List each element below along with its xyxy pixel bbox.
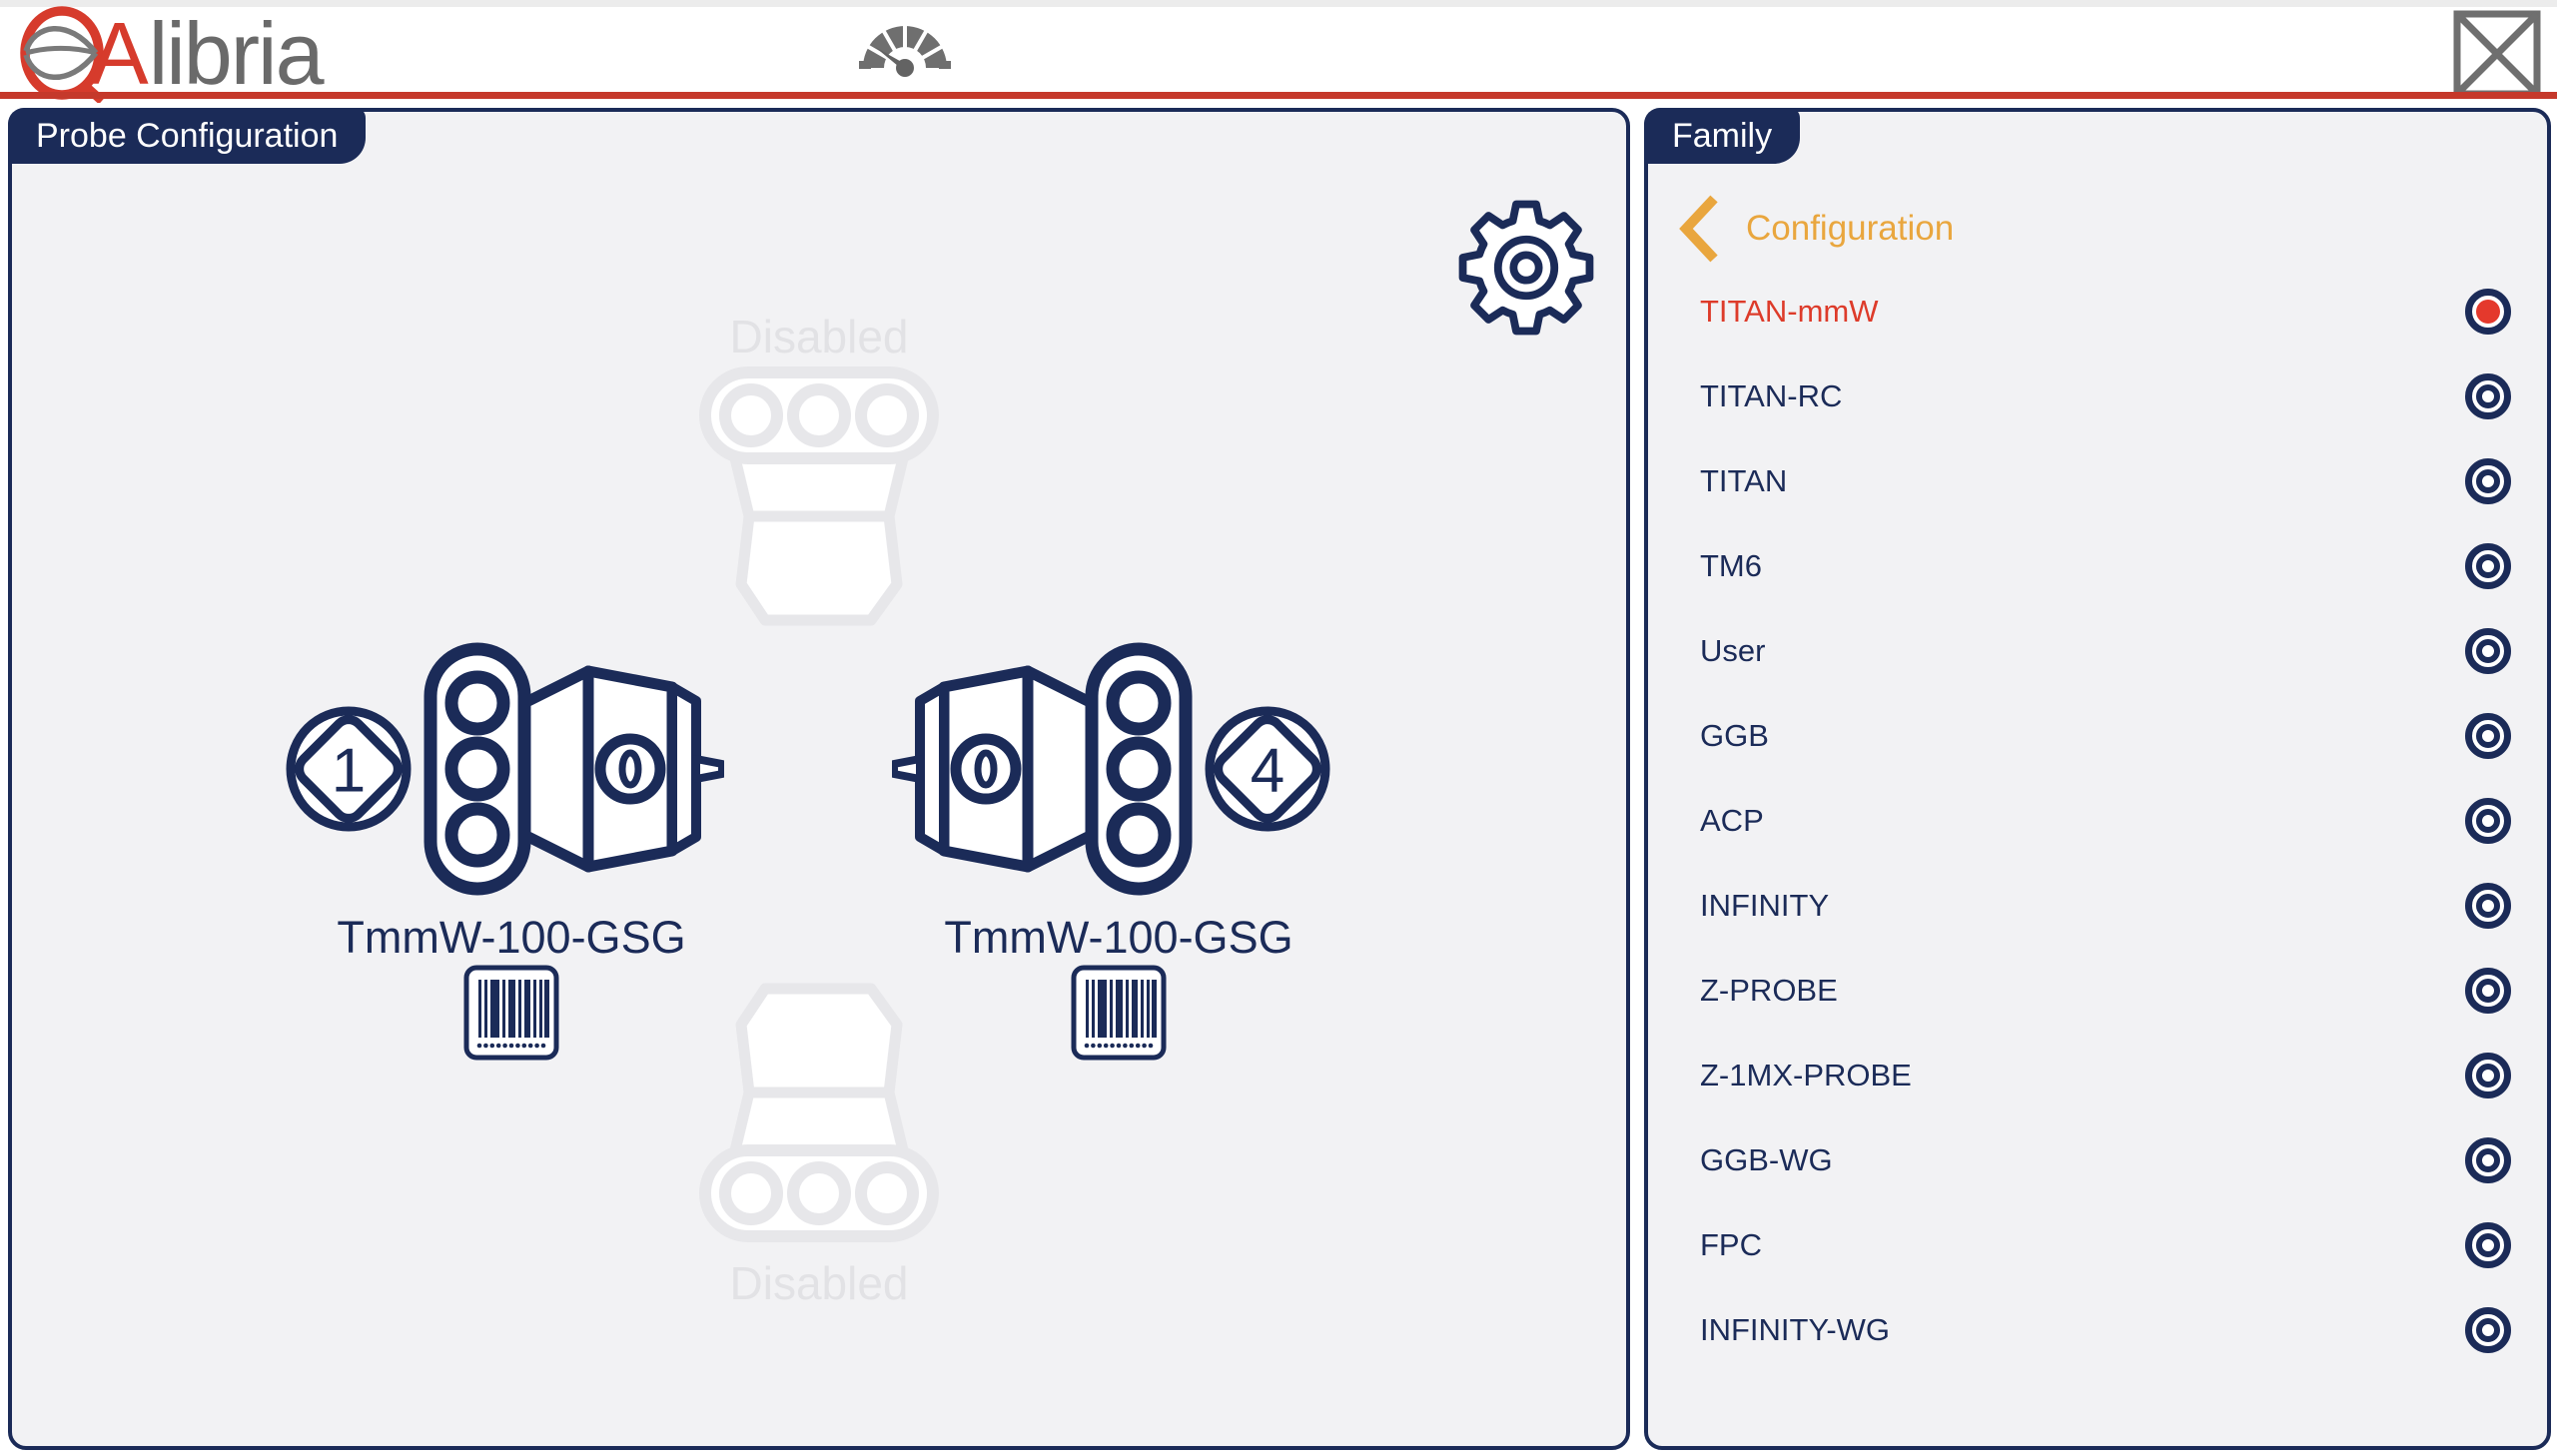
family-item-label: GGB-WG (1700, 1142, 1833, 1178)
east-probe[interactable]: 4 (892, 641, 1331, 897)
family-item-infinity[interactable]: INFINITY (1700, 863, 2511, 948)
family-item-label: TITAN-RC (1700, 378, 1842, 414)
family-item-titan-rc[interactable]: TITAN-RC (1700, 354, 2511, 438)
radio-button[interactable] (2465, 1137, 2511, 1183)
family-item-acp[interactable]: ACP (1700, 778, 2511, 863)
family-item-label: TITAN (1700, 463, 1787, 499)
radio-button[interactable] (2465, 968, 2511, 1014)
family-item-ggb[interactable]: GGB (1700, 693, 2511, 778)
close-icon[interactable] (2451, 8, 2543, 100)
logo-letter-a: A (90, 6, 149, 102)
family-item-label: INFINITY-WG (1700, 1312, 1890, 1348)
radio-button[interactable] (2465, 373, 2511, 419)
family-panel: Configuration TITAN-mmW TITAN-RC TITAN T… (1644, 108, 2551, 1450)
probe-configuration-panel: Disabled 1 TmmW-100-GSG 4 TmmW-100-GSG D… (8, 108, 1630, 1450)
tab-family-label: Family (1672, 117, 1772, 156)
west-probe[interactable]: 1 (285, 641, 724, 897)
west-port-number: 1 (332, 737, 366, 806)
family-item-tm6[interactable]: TM6 (1700, 523, 2511, 608)
radio-button[interactable] (2465, 1307, 2511, 1353)
header-divider (0, 92, 2557, 99)
north-probe-status: Disabled (699, 310, 939, 364)
window-top-strip (0, 0, 2557, 7)
logo-text: libria (149, 6, 323, 102)
family-item-label: Z-1MX-PROBE (1700, 1058, 1912, 1093)
east-port-number: 4 (1251, 737, 1284, 806)
radio-button[interactable] (2465, 798, 2511, 844)
tab-probe-configuration-label: Probe Configuration (36, 117, 338, 156)
family-item-label: TM6 (1700, 548, 1762, 584)
radio-button[interactable] (2465, 543, 2511, 589)
radio-button[interactable] (2465, 289, 2511, 335)
qalibria-logo: A libria (18, 6, 323, 102)
back-button-label: Configuration (1746, 194, 1954, 264)
gauge-icon[interactable] (857, 12, 953, 78)
south-probe-status: Disabled (699, 1256, 939, 1310)
radio-button[interactable] (2465, 883, 2511, 929)
family-item-label: User (1700, 633, 1765, 669)
family-item-fpc[interactable]: FPC (1700, 1202, 2511, 1287)
family-item-user[interactable]: User (1700, 608, 2511, 693)
gear-icon[interactable] (1453, 195, 1599, 341)
family-item-label: GGB (1700, 718, 1769, 754)
east-barcode-icon[interactable] (1071, 965, 1167, 1061)
north-probe-disabled[interactable] (699, 366, 939, 632)
qalibria-window: A libria Probe Configuration Family (0, 0, 2557, 1456)
east-probe-model: TmmW-100-GSG (899, 912, 1338, 964)
family-item-label: Z-PROBE (1700, 973, 1838, 1009)
back-to-configuration-button[interactable]: Configuration (1678, 193, 1954, 265)
radio-button[interactable] (2465, 713, 2511, 759)
family-item-label: TITAN-mmW (1700, 294, 1878, 330)
family-item-label: FPC (1700, 1227, 1762, 1263)
radio-button[interactable] (2465, 1053, 2511, 1098)
tab-probe-configuration: Probe Configuration (8, 108, 366, 164)
family-item-infinity-wg[interactable]: INFINITY-WG (1700, 1287, 2511, 1372)
family-item-label: INFINITY (1700, 888, 1829, 924)
west-probe-model: TmmW-100-GSG (292, 912, 731, 964)
family-item-z-1mx-probe[interactable]: Z-1MX-PROBE (1700, 1033, 2511, 1117)
family-item-z-probe[interactable]: Z-PROBE (1700, 948, 2511, 1033)
south-probe-disabled[interactable] (699, 977, 939, 1242)
chevron-left-icon (1678, 193, 1722, 265)
tab-family: Family (1644, 108, 1800, 164)
family-item-label: ACP (1700, 803, 1764, 839)
family-item-titan[interactable]: TITAN (1700, 438, 2511, 523)
radio-button[interactable] (2465, 628, 2511, 674)
family-item-ggb-wg[interactable]: GGB-WG (1700, 1117, 2511, 1202)
family-item-titan-mmw[interactable]: TITAN-mmW (1700, 269, 2511, 354)
west-barcode-icon[interactable] (463, 965, 559, 1061)
radio-button[interactable] (2465, 458, 2511, 504)
radio-button[interactable] (2465, 1222, 2511, 1268)
